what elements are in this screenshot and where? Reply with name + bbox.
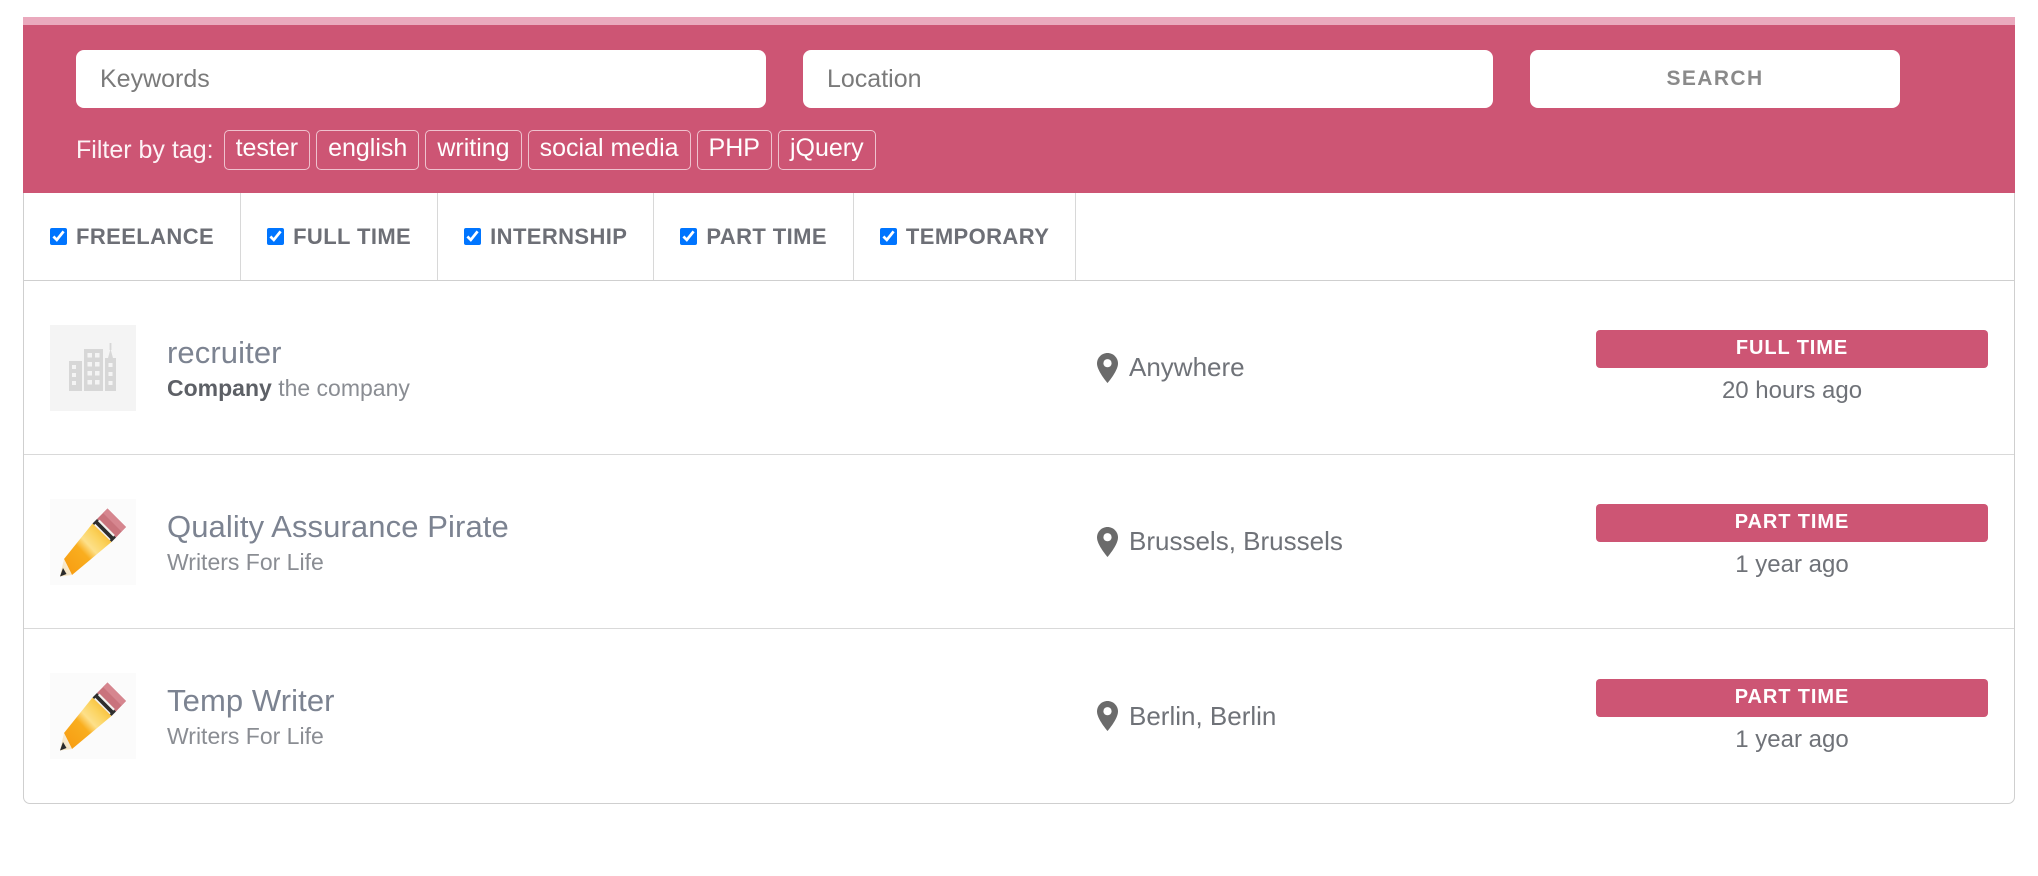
filter-item-full-time[interactable]: FULL TIME	[241, 193, 439, 281]
table-row[interactable]: recruiter Company the company Anywhere F…	[24, 281, 2014, 456]
filter-label-full-time: FULL TIME	[293, 223, 412, 249]
tag-pill-social-media[interactable]: social media	[527, 130, 691, 171]
company-logo	[50, 498, 136, 585]
tag-pill-php[interactable]: PHP	[696, 130, 772, 171]
tag-pill-jquery[interactable]: jQuery	[777, 130, 876, 171]
job-location: Brussels, Brussels	[1097, 526, 1517, 557]
job-meta: PART TIME 1 year ago	[1596, 504, 1988, 579]
job-company: Writers For Life	[167, 723, 1067, 750]
filter-label-freelance: FREELANCE	[76, 223, 215, 249]
job-location: Anywhere	[1097, 352, 1517, 383]
job-location-text: Brussels, Brussels	[1129, 526, 1343, 557]
map-pin-icon	[1097, 352, 1118, 383]
job-info: recruiter Company the company	[167, 334, 1067, 402]
map-pin-icon	[1097, 701, 1118, 732]
tag-filter-row: Filter by tag: tester english writing so…	[23, 108, 2015, 171]
tag-pill-english[interactable]: english	[316, 130, 420, 171]
filter-checkbox-part-time[interactable]	[680, 228, 698, 246]
tag-pill-writing[interactable]: writing	[425, 130, 522, 171]
job-company-name: the company	[278, 374, 410, 401]
job-board-page: SEARCH Filter by tag: tester english wri…	[0, 0, 2038, 876]
filter-bar-spacer	[1076, 193, 2014, 280]
job-location: Berlin, Berlin	[1097, 701, 1517, 732]
job-posted-date: 1 year ago	[1735, 725, 1849, 753]
status-badge[interactable]: FULL TIME	[1596, 330, 1988, 369]
tag-pill-tester[interactable]: tester	[223, 130, 311, 171]
job-company: Writers For Life	[167, 549, 1067, 576]
search-header: SEARCH Filter by tag: tester english wri…	[23, 25, 2015, 194]
filter-checkbox-full-time[interactable]	[267, 228, 285, 246]
job-type-filter-bar: FREELANCE FULL TIME INTERNSHIP PART TIME…	[23, 193, 2015, 282]
filter-checkbox-freelance[interactable]	[50, 228, 67, 246]
job-title[interactable]: Temp Writer	[167, 682, 1067, 720]
job-company-label: Company	[167, 374, 272, 401]
filter-item-part-time[interactable]: PART TIME	[654, 193, 854, 281]
job-board-container: SEARCH Filter by tag: tester english wri…	[23, 17, 2015, 805]
status-badge[interactable]: PART TIME	[1596, 504, 1988, 543]
job-info: Temp Writer Writers For Life	[167, 682, 1067, 750]
job-company-name: Writers For Life	[167, 548, 324, 575]
tag-filter-label: Filter by tag:	[76, 135, 214, 164]
company-logo	[50, 324, 136, 411]
job-meta: FULL TIME 20 hours ago	[1596, 330, 1988, 405]
pencil-icon	[53, 502, 133, 582]
location-input[interactable]	[803, 50, 1493, 108]
job-title[interactable]: recruiter	[167, 334, 1067, 372]
filter-checkbox-temporary[interactable]	[879, 228, 897, 246]
keywords-input[interactable]	[76, 50, 766, 108]
filter-item-internship[interactable]: INTERNSHIP	[438, 193, 655, 281]
filter-label-temporary: TEMPORARY	[905, 223, 1050, 249]
job-meta: PART TIME 1 year ago	[1596, 678, 1988, 754]
search-button[interactable]: SEARCH	[1530, 50, 1900, 108]
filter-item-temporary[interactable]: TEMPORARY	[854, 193, 1077, 281]
job-posted-date: 1 year ago	[1735, 551, 1849, 579]
header-top-accent-bar	[23, 17, 2015, 25]
company-logo	[50, 673, 136, 760]
filter-label-part-time: PART TIME	[706, 223, 827, 249]
job-listings: recruiter Company the company Anywhere F…	[23, 281, 2015, 805]
job-title[interactable]: Quality Assurance Pirate	[167, 508, 1067, 546]
map-pin-icon	[1097, 526, 1118, 557]
table-row[interactable]: Quality Assurance Pirate Writers For Lif…	[24, 455, 2014, 630]
filter-checkbox-internship[interactable]	[464, 228, 482, 246]
filter-label-internship: INTERNSHIP	[490, 223, 628, 249]
job-posted-date: 20 hours ago	[1721, 377, 1863, 405]
pencil-icon	[53, 676, 133, 756]
job-location-text: Berlin, Berlin	[1129, 700, 1277, 731]
job-company-name: Writers For Life	[167, 723, 324, 750]
job-info: Quality Assurance Pirate Writers For Lif…	[167, 508, 1067, 576]
building-placeholder-icon	[63, 341, 123, 395]
search-form: SEARCH	[23, 50, 2015, 108]
status-badge[interactable]: PART TIME	[1596, 678, 1988, 717]
filter-item-freelance[interactable]: FREELANCE	[24, 193, 242, 281]
job-company: Company the company	[167, 375, 1067, 402]
table-row[interactable]: Temp Writer Writers For Life Berlin, Ber…	[24, 629, 2014, 803]
job-location-text: Anywhere	[1129, 352, 1245, 383]
